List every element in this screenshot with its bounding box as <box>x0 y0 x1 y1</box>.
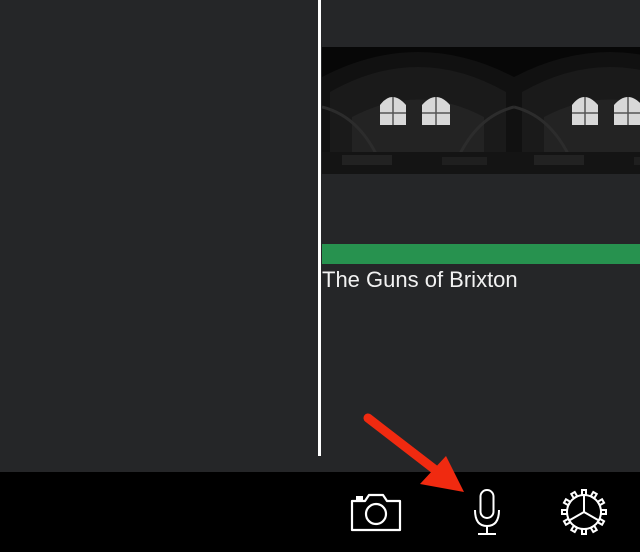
video-thumbnail <box>514 47 640 174</box>
imovie-editor: The Guns of Brixton <box>0 0 640 552</box>
camera-button[interactable] <box>346 488 406 536</box>
audio-clip[interactable] <box>322 244 640 264</box>
microphone-icon <box>474 489 500 535</box>
playhead[interactable] <box>318 0 321 456</box>
gear-icon <box>561 489 607 535</box>
settings-button[interactable] <box>556 486 612 538</box>
voiceover-button[interactable] <box>462 486 512 538</box>
bottom-toolbar <box>0 472 640 552</box>
camera-icon <box>350 493 402 532</box>
timeline[interactable]: The Guns of Brixton <box>0 0 640 472</box>
audio-clip-title: The Guns of Brixton <box>322 267 518 292</box>
video-thumbnail <box>322 47 514 174</box>
video-clip[interactable] <box>322 47 640 174</box>
